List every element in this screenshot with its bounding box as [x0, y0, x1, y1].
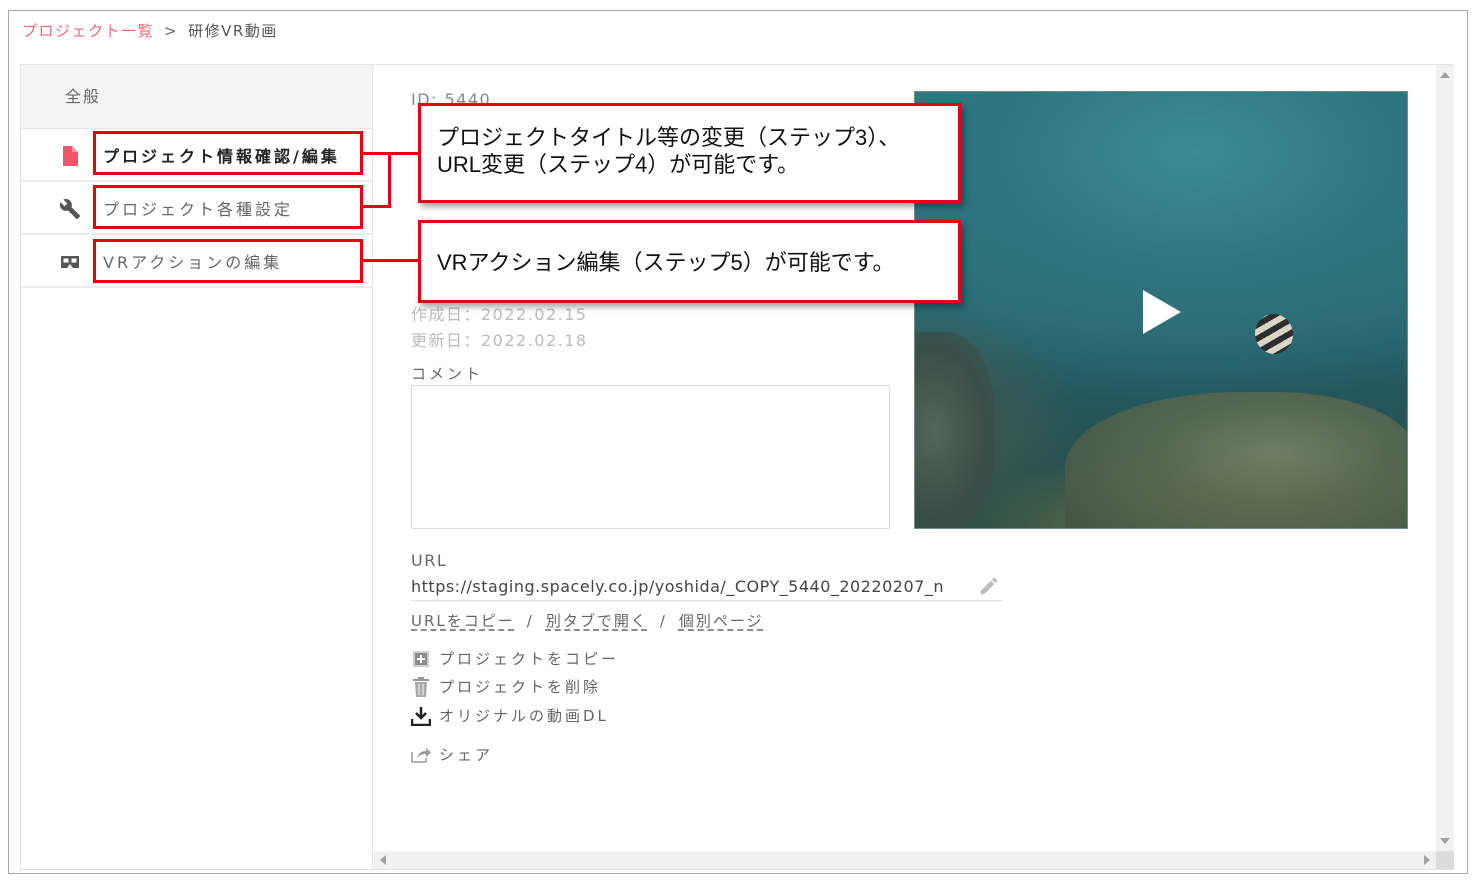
individual-page-link[interactable]: 個別ページ [679, 612, 764, 630]
share-action[interactable]: シェア [411, 744, 493, 765]
delete-project-action[interactable]: プロジェクトを削除 [411, 676, 601, 697]
trash-icon [411, 676, 431, 697]
action-label: オリジナルの動画DL [439, 707, 609, 725]
sidebar-header: 全般 [21, 65, 372, 129]
action-label: シェア [439, 746, 494, 764]
video-scene-reef [1065, 392, 1407, 528]
callout-project-info: プロジェクトタイトル等の変更（ステップ3）、 URL変更（ステップ4）が可能です… [418, 103, 961, 203]
wrench-icon [59, 199, 81, 220]
comment-label: コメント [411, 365, 484, 383]
download-icon [411, 706, 431, 726]
scroll-down-icon[interactable] [1440, 838, 1450, 844]
pencil-icon[interactable] [978, 575, 1000, 601]
connector-line [388, 152, 420, 155]
sidebar-item-label: プロジェクト情報確認/編集 [103, 146, 340, 166]
open-new-tab-link[interactable]: 別タブで開く [546, 612, 648, 630]
breadcrumb: プロジェクト一覧 > 研修VR動画 [22, 20, 278, 41]
action-label: プロジェクトを削除 [439, 678, 602, 696]
comment-field[interactable] [411, 385, 890, 529]
connector-line [388, 152, 391, 208]
sidebar: 全般 プロジェクト情報確認/編集 プロジェクト各種設定 VRアクションの編集 [21, 65, 373, 869]
action-label: プロジェクトをコピー [439, 650, 620, 668]
updated-date: 更新日：2022.02.18 [411, 331, 588, 350]
scroll-right-icon[interactable] [1424, 855, 1430, 865]
video-scene-fish [1251, 311, 1297, 357]
created-date: 作成日：2022.02.15 [411, 305, 588, 324]
callout-text: URL変更（ステップ4）が可能です。 [437, 152, 800, 177]
url-actions: URLをコピー / 別タブで開く / 個別ページ [411, 610, 764, 631]
url-value: https://staging.spacely.co.jp/yoshida/_C… [411, 577, 1003, 601]
play-icon[interactable] [1143, 290, 1181, 334]
video-preview[interactable] [914, 91, 1408, 529]
video-scene-rock [915, 332, 995, 528]
scroll-left-icon[interactable] [380, 855, 386, 865]
sidebar-item-project-settings[interactable]: プロジェクト各種設定 [21, 182, 372, 235]
connector-line [363, 259, 420, 262]
callout-vr-actions: VRアクション編集（ステップ5）が可能です。 [418, 220, 961, 303]
download-video-action[interactable]: オリジナルの動画DL [411, 705, 609, 726]
callout-text: VRアクション編集（ステップ5）が可能です。 [437, 250, 895, 275]
separator: / [526, 612, 534, 630]
vr-goggles-icon [59, 252, 81, 272]
connector-line [363, 205, 391, 208]
share-icon [411, 745, 431, 765]
url-label: URL [411, 551, 448, 570]
horizontal-scrollbar[interactable] [374, 851, 1436, 869]
document-icon [59, 146, 81, 166]
sidebar-item-project-info[interactable]: プロジェクト情報確認/編集 [21, 129, 372, 182]
sidebar-item-label: VRアクションの編集 [103, 252, 283, 272]
scrollbar-corner [1436, 851, 1454, 869]
sidebar-item-vr-actions[interactable]: VRアクションの編集 [21, 235, 372, 288]
copy-project-action[interactable]: プロジェクトをコピー [411, 648, 619, 669]
breadcrumb-separator: > [164, 22, 179, 40]
connector-line [363, 152, 391, 155]
copy-url-link[interactable]: URLをコピー [411, 612, 515, 630]
callout-text: プロジェクトタイトル等の変更（ステップ3）、 [437, 125, 901, 150]
separator: / [659, 612, 667, 630]
breadcrumb-project-list-link[interactable]: プロジェクト一覧 [22, 22, 154, 40]
vertical-scrollbar[interactable] [1436, 65, 1454, 851]
breadcrumb-current: 研修VR動画 [188, 22, 278, 40]
copy-icon [411, 649, 431, 669]
scroll-up-icon[interactable] [1440, 72, 1450, 78]
sidebar-item-label: プロジェクト各種設定 [103, 199, 294, 219]
